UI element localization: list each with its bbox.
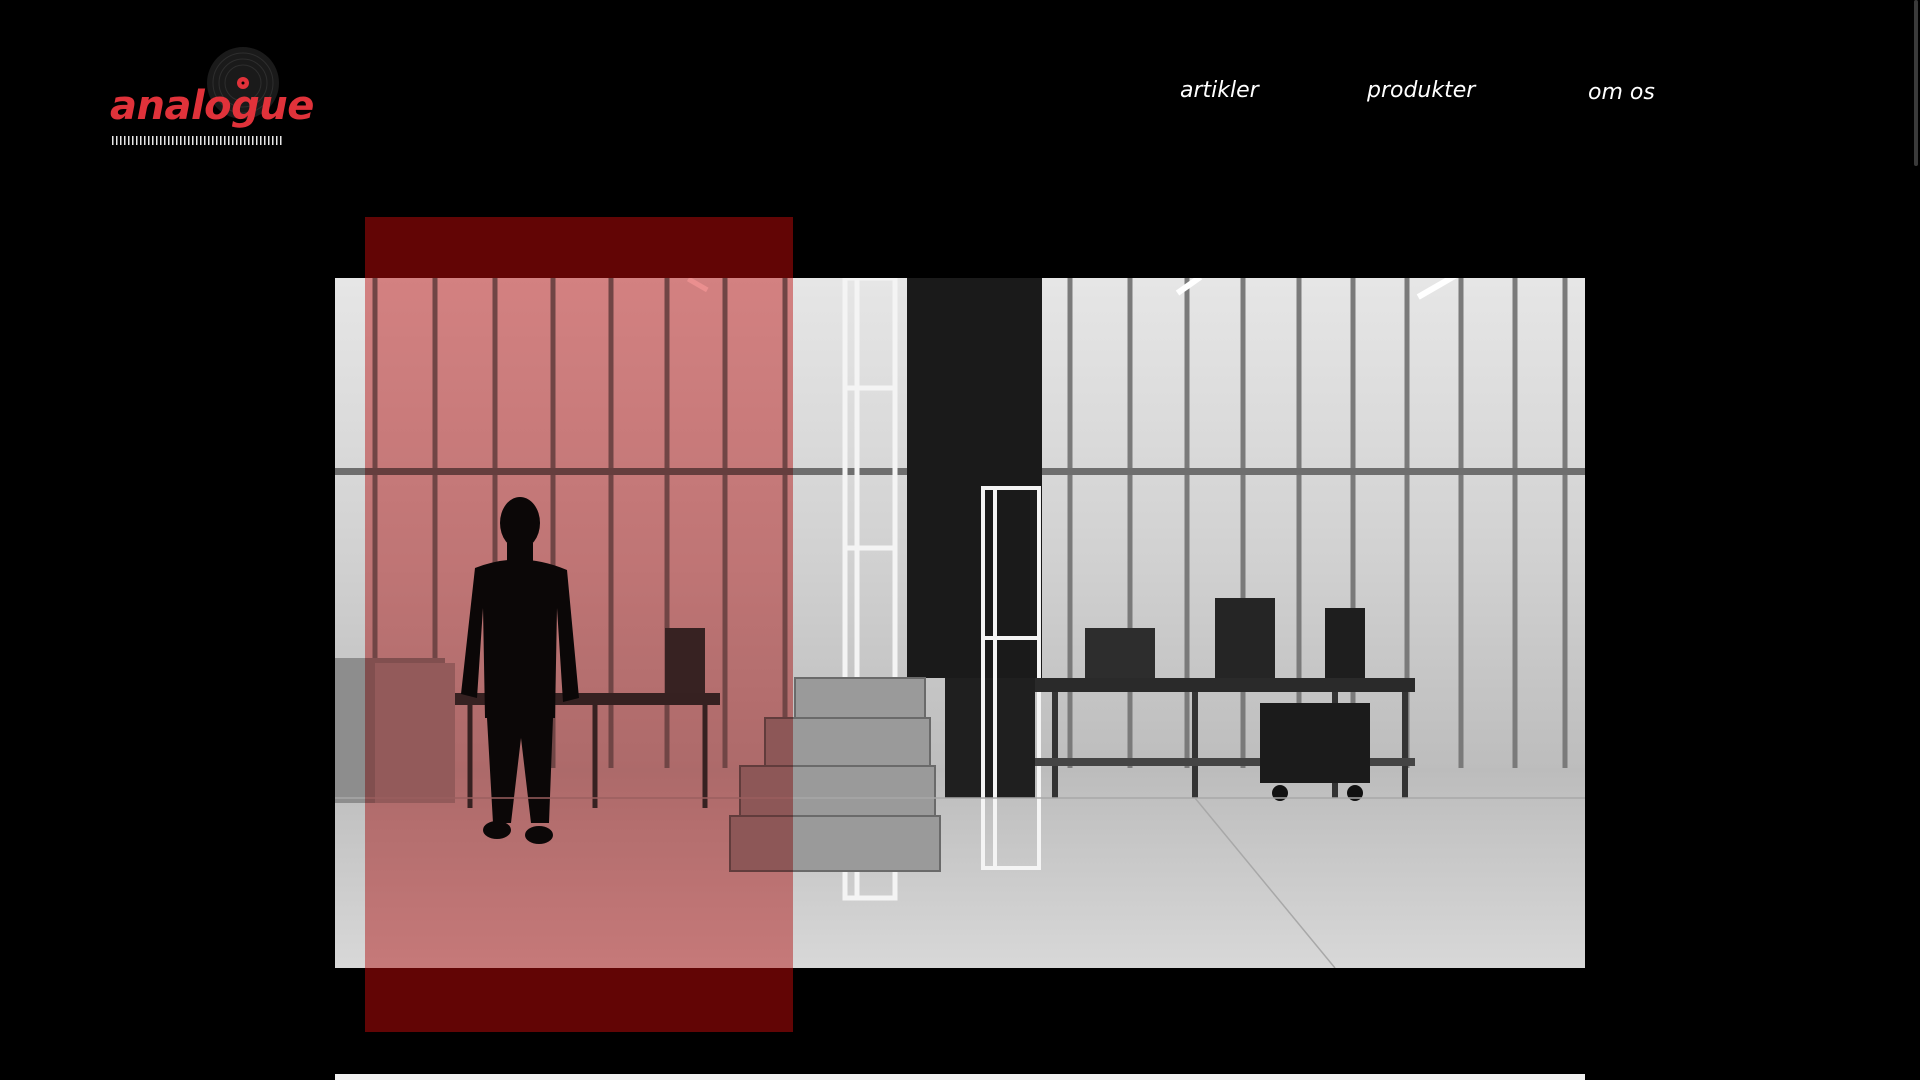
page: analogue artikler produkter om os (0, 0, 1920, 1080)
nav-link-om-os[interactable]: om os (1588, 80, 1655, 105)
nav-link-produkter[interactable]: produkter (1367, 78, 1475, 103)
section-divider (335, 1074, 1585, 1080)
logo-barcode (112, 136, 282, 145)
hero-image (335, 278, 1585, 968)
nav-link-artikler[interactable]: artikler (1180, 78, 1259, 103)
hero-red-overlay (365, 278, 793, 968)
scrollbar-thumb[interactable] (1914, 0, 1918, 166)
main-nav: artikler produkter om os (0, 78, 1920, 108)
